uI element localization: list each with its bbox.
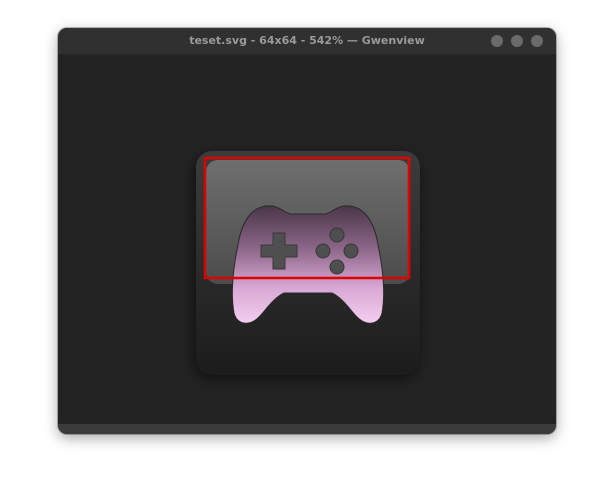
- action-button-top: [329, 227, 345, 243]
- close-button[interactable]: [531, 35, 543, 47]
- title-bar[interactable]: teset.svg - 64x64 - 542% — Gwenview: [58, 28, 556, 55]
- gwenview-window: teset.svg - 64x64 - 542% — Gwenview: [58, 28, 556, 434]
- action-button-bottom: [329, 259, 345, 275]
- image-viewport[interactable]: [58, 55, 556, 424]
- status-strip: [58, 424, 556, 434]
- minimize-button[interactable]: [491, 35, 503, 47]
- action-button-left: [315, 243, 331, 259]
- svg-image: [194, 151, 420, 379]
- maximize-button[interactable]: [511, 35, 523, 47]
- window-title: teset.svg - 64x64 - 542% — Gwenview: [189, 34, 425, 47]
- action-button-right: [343, 243, 359, 259]
